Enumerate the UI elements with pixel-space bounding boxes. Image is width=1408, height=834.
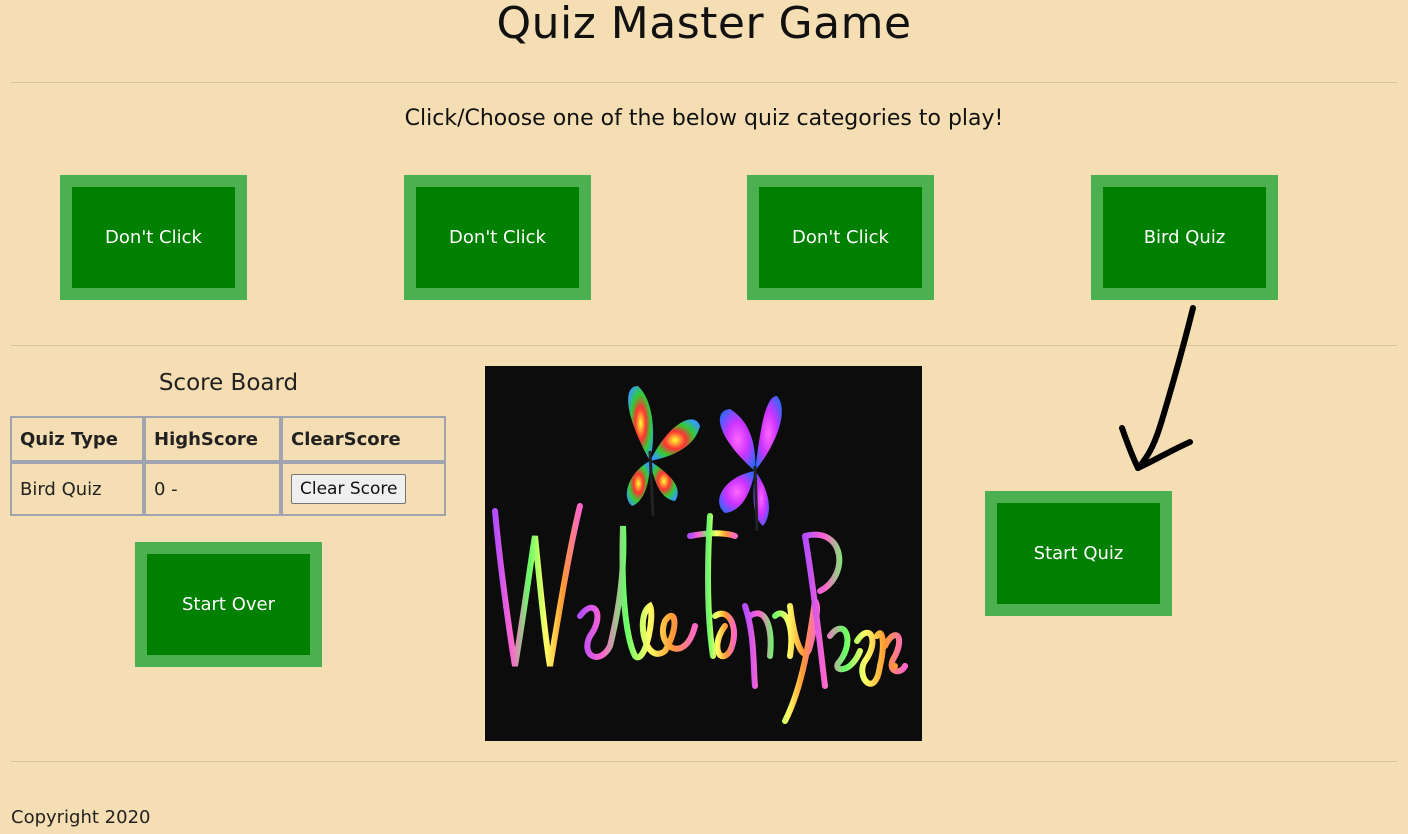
quiz-type-cell: Bird Quiz <box>10 462 144 516</box>
table-row: Bird Quiz 0 - Clear Score <box>10 462 446 516</box>
welcome-lettering <box>492 503 908 724</box>
bird-quiz-button[interactable]: Bird Quiz <box>1091 175 1278 300</box>
welcome-graphic <box>492 386 908 724</box>
butterfly-icon <box>719 396 782 532</box>
page-title: Quiz Master Game <box>496 0 912 49</box>
copyright-text: Copyright 2020 <box>11 807 151 828</box>
divider <box>11 761 1397 762</box>
welcome-image <box>485 366 922 741</box>
butterfly-icon <box>626 386 700 517</box>
category-button-1[interactable]: Don't Click <box>60 175 247 300</box>
clear-score-button[interactable]: Clear Score <box>291 474 407 504</box>
scoreboard-table: Quiz Type HighScore ClearScore Bird Quiz… <box>10 416 446 516</box>
start-quiz-button[interactable]: Start Quiz <box>985 491 1172 616</box>
category-button-2[interactable]: Don't Click <box>404 175 591 300</box>
column-header-clear-score: ClearScore <box>281 416 446 462</box>
column-header-quiz-type: Quiz Type <box>10 416 144 462</box>
scoreboard-title: Score Board <box>158 370 299 396</box>
table-header-row: Quiz Type HighScore ClearScore <box>10 416 446 462</box>
instructions-text: Click/Choose one of the below quiz categ… <box>404 106 1004 131</box>
column-header-high-score: HighScore <box>144 416 281 462</box>
clear-score-cell: Clear Score <box>281 462 446 516</box>
high-score-cell: 0 - <box>144 462 281 516</box>
category-button-3[interactable]: Don't Click <box>747 175 934 300</box>
start-over-button[interactable]: Start Over <box>135 542 322 667</box>
arrow-icon <box>1119 305 1196 471</box>
divider <box>11 82 1397 83</box>
